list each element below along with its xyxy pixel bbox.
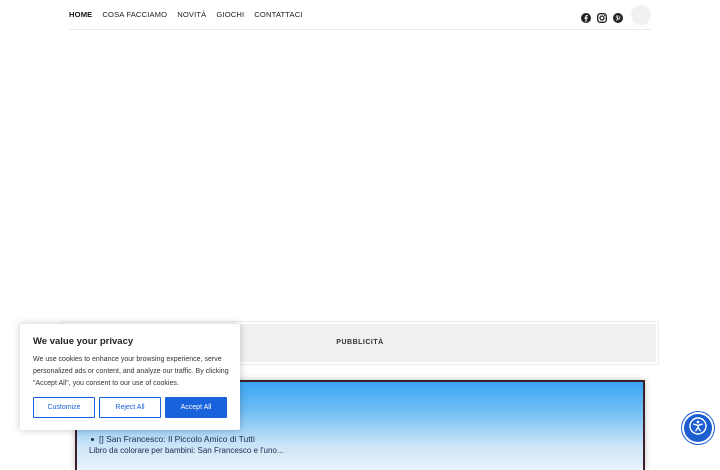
facebook-icon[interactable] <box>581 10 591 23</box>
cookie-title: We value your privacy <box>33 336 134 347</box>
list-item[interactable]: [] San Francesco: Il Piccolo Amico di Tu… <box>91 433 255 445</box>
accessibility-icon <box>689 416 707 440</box>
nav-item-cosa-facciamo[interactable]: COSA FACCIAMO <box>102 10 167 20</box>
cookie-actions: Customize Reject All Accept All <box>33 397 227 418</box>
nav-item-home[interactable]: HOME <box>69 10 92 20</box>
card-list: [] San Francesco: Il Piccolo Amico di Tu… <box>91 433 255 445</box>
site-header: HOME COSA FACCIAMO NOVITÀ GIOCHI CONTATT… <box>69 0 651 30</box>
main-nav: HOME COSA FACCIAMO NOVITÀ GIOCHI CONTATT… <box>69 10 303 20</box>
nav-item-novita[interactable]: NOVITÀ <box>177 10 206 20</box>
list-item-title: [] San Francesco: Il Piccolo Amico di Tu… <box>99 434 255 444</box>
customize-button[interactable]: Customize <box>33 397 95 418</box>
accessibility-button[interactable] <box>684 414 712 442</box>
nav-item-contattaci[interactable]: CONTATTACI <box>254 10 302 20</box>
reject-all-button[interactable]: Reject All <box>99 397 161 418</box>
bullet-icon <box>91 438 94 442</box>
card-excerpt: Libro da colorare per bambini: San Franc… <box>89 446 284 455</box>
social-links <box>581 5 651 25</box>
cookie-banner: We value your privacy We use cookies to … <box>20 324 240 430</box>
search-button[interactable] <box>631 5 651 25</box>
cookie-body: We use cookies to enhance your browsing … <box>33 356 229 387</box>
nav-item-giochi[interactable]: GIOCHI <box>216 10 244 20</box>
instagram-icon[interactable] <box>597 10 607 23</box>
pinterest-icon[interactable] <box>613 10 623 23</box>
accept-all-button[interactable]: Accept All <box>165 397 227 418</box>
